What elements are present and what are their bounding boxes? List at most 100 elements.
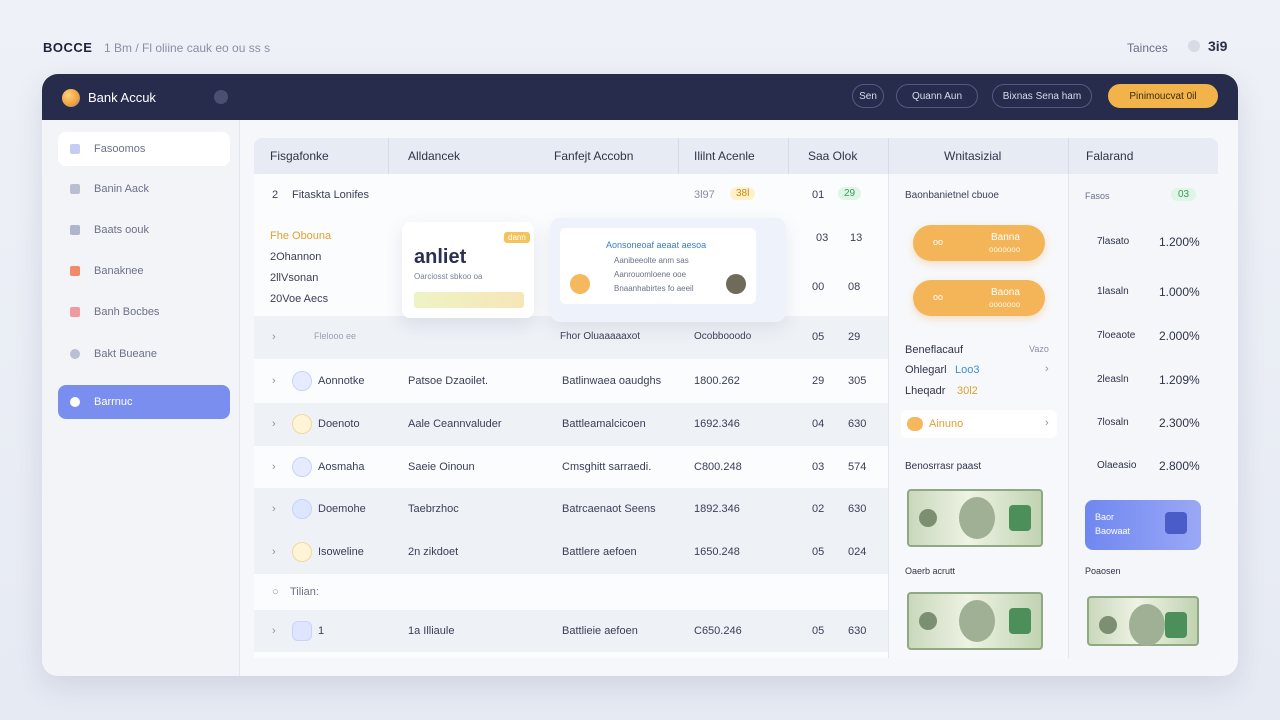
account-label: Ainuno	[929, 418, 964, 430]
table-row[interactable]: › Flelooo ee Fhor Oluaaaaaxot Ocobbooodo…	[254, 316, 888, 359]
panel-header: Baonbanietnel cbuoe	[905, 190, 999, 201]
radio-icon[interactable]: ○	[272, 586, 279, 598]
row-detail: Batrcaenaot Seens	[562, 503, 656, 515]
table-row[interactable]: › 1 1a Illiaule Battlieie aefoen C650.24…	[254, 610, 888, 652]
header-button-1[interactable]: Quann Aun	[896, 84, 978, 108]
table-row[interactable]: › Doenoto Aale Ceannvaluder Battleamalci…	[254, 403, 888, 446]
table-row[interactable]: › Aonnotke Patsoe Dzaoilet. Batlinwaea o…	[254, 360, 888, 403]
dropdown-option[interactable]: 2llVsonan	[270, 272, 331, 284]
row-tag: 574	[848, 461, 867, 473]
panel-header-item: Fasos	[1085, 191, 1110, 201]
avatar	[292, 457, 312, 477]
chevron-right-icon[interactable]: ›	[272, 418, 276, 430]
small-header-button[interactable]: Sen	[852, 84, 884, 108]
dropdown-option[interactable]: 2Ohannon	[270, 251, 331, 263]
row-detail: Battleamalcicoen	[562, 418, 646, 430]
row-amount: C650.246	[694, 625, 742, 637]
chevron-right-icon[interactable]: ›	[272, 546, 276, 558]
withdraw-button-1[interactable]: oo Banna ooooooo	[913, 225, 1045, 261]
sidebar-item-active[interactable]: Barrnuc	[58, 385, 230, 419]
column-divider	[678, 138, 679, 174]
sidebar-item-3[interactable]: Baats oouk	[58, 213, 230, 247]
breadcrumb[interactable]: 1 Bm / Fl oliine cauk eo ou ss s	[104, 41, 270, 55]
balance-label: 7losaln	[1097, 417, 1129, 428]
summary-label: Lheqadr	[905, 385, 946, 397]
row-amount: Ocobbooodo	[694, 331, 752, 342]
primary-action-button[interactable]: Pinimoucvat 0il	[1108, 84, 1218, 108]
info-card[interactable]: Aonsoneoaf aeaat aesoa Aanibeeolte anm s…	[550, 218, 786, 322]
row-account: Fhor Oluaaaaaxot	[560, 331, 641, 342]
summary-card[interactable]: dann anliet Oarciosst sbkoo oa	[402, 222, 534, 318]
account-selector[interactable]: Ainuno ›	[901, 410, 1057, 438]
chevron-right-icon[interactable]: ›	[272, 375, 276, 387]
row-index: 2	[272, 189, 279, 201]
table-row[interactable]: › Doemohe Taebrzhoc Batrcaenaot Seens 18…	[254, 488, 888, 531]
sidebar-item-label: Banin Aack	[94, 183, 150, 195]
dropdown-option[interactable]: Fhe Obouna	[270, 230, 331, 242]
row-amount: 1800.262	[694, 375, 740, 387]
row-amount: C800.248	[694, 461, 742, 473]
avatar	[292, 621, 312, 641]
chevron-right-icon[interactable]: ›	[272, 331, 276, 343]
row-name: Doemohe	[318, 503, 366, 515]
sidebar-item-5[interactable]: Banh Bocbes	[58, 295, 230, 329]
column-header[interactable]: Ililnt Acenle	[694, 149, 755, 163]
coin-icon	[570, 274, 590, 294]
sidebar-item-4[interactable]: Banaknee	[58, 254, 230, 288]
balance-value: 2.800%	[1159, 459, 1200, 473]
chevron-right-icon: ›	[1045, 417, 1049, 429]
pill-top: Banna	[991, 232, 1020, 243]
chevron-right-icon[interactable]: ›	[272, 503, 276, 515]
status-dot-icon	[1188, 40, 1200, 52]
chevron-right-icon[interactable]: ›	[272, 625, 276, 637]
withdraw-button-2[interactable]: oo Baona ooooooo	[913, 280, 1045, 316]
balance-label: 7loeaote	[1097, 330, 1136, 341]
row-name: Doenoto	[318, 418, 360, 430]
column-header[interactable]: Alldancek	[408, 149, 460, 163]
row-count: 05	[812, 546, 825, 558]
row-name: Fitaskta Lonifes	[292, 189, 370, 201]
column-header[interactable]: Fanfejt Accobn	[554, 149, 633, 163]
table-row[interactable]: › Isoweline 2n zikdoet Battlere aefoen 1…	[254, 531, 888, 574]
promo-card[interactable]: Baor Baowaat	[1085, 500, 1201, 550]
chevron-right-icon[interactable]: ›	[272, 461, 276, 473]
row-amount: 1692.346	[694, 418, 740, 430]
row-account: 1a Illiaule	[408, 625, 455, 637]
table-row[interactable]: 2 Fitaskta Lonifes 3l97 38l 01 29	[254, 174, 888, 217]
row-account: Aale Ceannvaluder	[408, 418, 502, 430]
column-divider	[788, 138, 789, 174]
sidebar-item-2[interactable]: Banin Aack	[58, 172, 230, 206]
group-row[interactable]: ○ Tilian:	[254, 574, 888, 610]
row-tag: 13	[850, 232, 863, 244]
column-header[interactable]: Saa Olok	[808, 149, 857, 163]
balance-value: 2.300%	[1159, 416, 1200, 430]
dropdown-list: Fhe Obouna 2Ohannon 2llVsonan 20Voe Aecs	[270, 230, 331, 314]
sidebar-item-1[interactable]: Fasoomos	[58, 132, 230, 166]
column-header[interactable]: Falarand	[1086, 149, 1133, 163]
column-header[interactable]: Fisgafonke	[270, 149, 329, 163]
column-header[interactable]: Wnitasizial	[944, 149, 1001, 163]
row-count: 00	[812, 281, 825, 293]
card-badge: dann	[504, 232, 530, 243]
transfer-icon	[70, 266, 80, 276]
row-count: 03	[816, 232, 829, 244]
banknote-image	[907, 592, 1043, 650]
main-content: Fisgafonke Alldancek Fanfejt Accobn Ilil…	[254, 138, 1218, 658]
balance-value: 1.000%	[1159, 285, 1200, 299]
settings-icon	[70, 349, 80, 359]
table-row[interactable]: › Aosmaha Saeie Oinoun Cmsghitt sarraedi…	[254, 446, 888, 489]
summary-value: Vazo	[1029, 344, 1049, 354]
wallet-icon	[907, 417, 923, 431]
summary-label: Ohlegarl	[905, 364, 947, 376]
row-count: 04	[812, 418, 825, 430]
card-title: anliet	[414, 246, 467, 268]
app-name: Bank Accuk	[88, 90, 156, 105]
header-button-2[interactable]: Bixnas Sena ham	[992, 84, 1092, 108]
column-divider	[1068, 138, 1069, 174]
profile-icon[interactable]	[214, 90, 228, 104]
dropdown-option[interactable]: 20Voe Aecs	[270, 293, 331, 305]
section-label: Benosrrasr paast	[905, 461, 982, 472]
sidebar-item-6[interactable]: Bakt Bueane	[58, 337, 230, 371]
bank-icon	[70, 225, 80, 235]
chevron-right-icon[interactable]: ›	[1045, 363, 1049, 375]
